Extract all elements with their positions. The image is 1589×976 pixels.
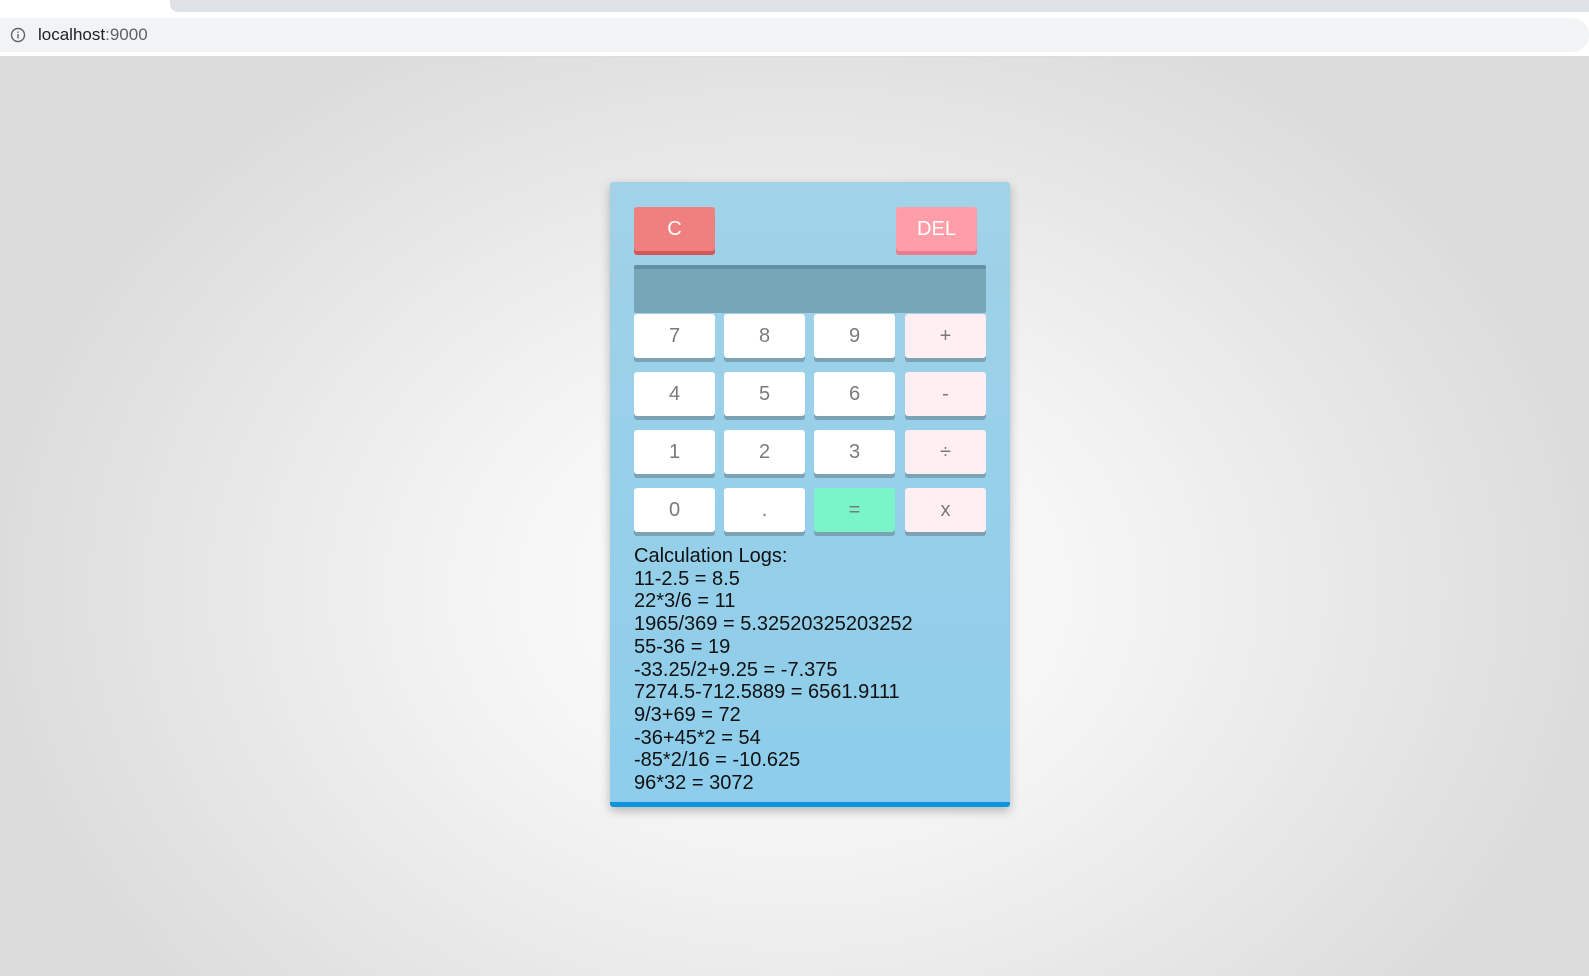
log-entry: 1965/369 = 5.32520325203252 [634,613,913,636]
info-icon[interactable] [10,27,26,43]
key-5-button[interactable]: 5 [724,372,805,416]
decimal-button[interactable]: . [724,488,805,532]
equals-button[interactable]: = [814,488,895,532]
url-port: :9000 [105,25,148,44]
add-button[interactable]: + [905,314,986,358]
log-entry: -85*2/16 = -10.625 [634,749,801,772]
browser-tab-strip [0,0,1589,16]
delete-button[interactable]: DEL [896,207,977,251]
subtract-button[interactable]: - [905,372,986,416]
url-omnibox[interactable]: localhost:9000 [0,18,1589,52]
key-2-button[interactable]: 2 [724,430,805,474]
multiply-button[interactable]: x [905,488,986,532]
log-entry: -36+45*2 = 54 [634,726,761,749]
key-0-button[interactable]: 0 [634,488,715,532]
log-entry: 22*3/6 = 11 [634,590,736,613]
log-entry: 9/3+69 = 72 [634,703,741,726]
clear-button[interactable]: C [634,207,715,251]
page-viewport: C DEL 7 8 9 + 4 5 6 - 1 2 3 ÷ 0 . = x Ca… [0,57,1589,976]
key-1-button[interactable]: 1 [634,430,715,474]
key-7-button[interactable]: 7 [634,314,715,358]
key-6-button[interactable]: 6 [814,372,895,416]
browser-tab-background [170,0,1589,12]
log-entry: -33.25/2+9.25 = -7.375 [634,658,838,681]
key-3-button[interactable]: 3 [814,430,895,474]
log-entry: 11-2.5 = 8.5 [634,567,740,590]
browser-address-bar: localhost:9000 [0,16,1589,56]
key-4-button[interactable]: 4 [634,372,715,416]
key-9-button[interactable]: 9 [814,314,895,358]
log-entry: 55-36 = 19 [634,635,731,658]
log-entry: 96*32 = 3072 [634,772,754,795]
calculator-display [634,265,986,313]
calculator-panel: C DEL 7 8 9 + 4 5 6 - 1 2 3 ÷ 0 . = x Ca… [610,182,1010,807]
log-entry: 7274.5-712.5889 = 6561.9111 [634,681,900,704]
logs-title: Calculation Logs: [634,545,788,567]
key-8-button[interactable]: 8 [724,314,805,358]
calculation-logs: Calculation Logs: 11-2.5 = 8.5 22*3/6 = … [634,545,994,795]
url-host: localhost [38,25,106,44]
url-text[interactable]: localhost:9000 [38,25,148,45]
divide-button[interactable]: ÷ [905,430,986,474]
